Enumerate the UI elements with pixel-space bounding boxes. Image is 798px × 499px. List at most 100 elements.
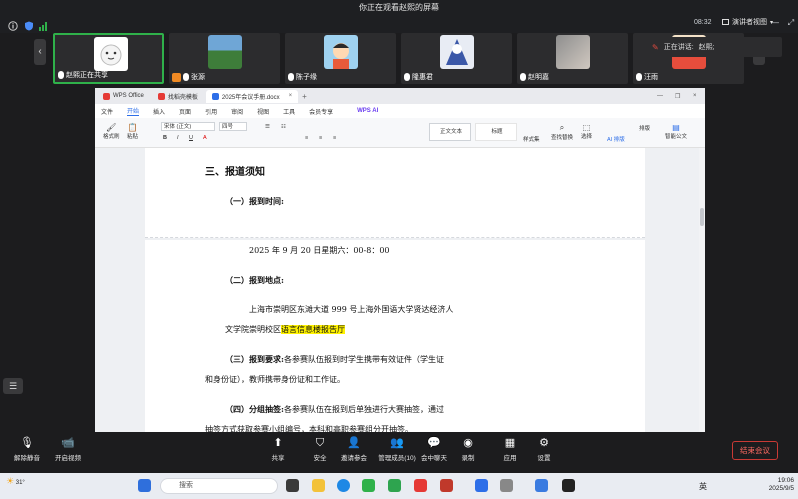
info-icon[interactable] (8, 18, 18, 31)
participant-tile[interactable]: 陈子缘 (285, 33, 396, 84)
grid-icon (722, 19, 729, 25)
menu-vip[interactable]: 会员专享 (309, 107, 333, 116)
document-canvas[interactable]: 三、报道须知 （一）报到时间: 2025 年 9 月 20 日星期六：00-8：… (95, 148, 705, 432)
share-button[interactable]: ⬆ 共享 (256, 437, 300, 462)
app-icon[interactable] (535, 479, 548, 492)
participant-name: 陈子缘 (288, 72, 317, 82)
smart-doc-button[interactable]: ▤ 智能公文 (665, 123, 687, 140)
mic-icon (404, 73, 410, 81)
apps-icon: ▦ (504, 437, 516, 449)
menu-home[interactable]: 开始 (127, 106, 140, 116)
document-scrollbar[interactable] (699, 148, 705, 432)
file-explorer-icon[interactable] (312, 479, 325, 492)
unmute-button[interactable]: 🎙 解除静音 (5, 437, 49, 462)
shield-icon[interactable] (24, 18, 34, 31)
app-icon[interactable] (440, 479, 453, 492)
minimize-icon[interactable]: — (770, 18, 780, 28)
participant-tile[interactable]: 赵明嘉 (517, 33, 628, 84)
menu-file[interactable]: 文件 (101, 107, 113, 116)
style-title[interactable]: 标题 (475, 123, 517, 141)
app-icon[interactable] (500, 479, 513, 492)
weather-icon: ☀ (6, 476, 15, 486)
record-button[interactable]: ◉ 录制 (446, 437, 490, 462)
menu-review[interactable]: 审阅 (231, 107, 243, 116)
speaking-label: 正在讲话: (663, 44, 694, 51)
paste-button[interactable]: 📋 粘贴 (127, 123, 138, 140)
gear-icon: ⚙ (539, 437, 549, 449)
win-minimize-icon[interactable]: — (657, 93, 663, 99)
ai-layout-button[interactable]: AI 排版 (607, 135, 625, 143)
new-tab-icon[interactable]: + (302, 92, 307, 101)
end-meeting-button[interactable]: 结束会议 (732, 441, 778, 460)
browser-icon[interactable] (388, 479, 401, 492)
system-clock[interactable]: 19:06 2025/9/5 (760, 477, 794, 493)
layout-button[interactable]: 排版 (639, 124, 650, 132)
brush-icon: 🖌 (106, 123, 117, 132)
document-page[interactable]: 2025 年 9 月 20 日星期六：00-8：00 （二）报到地点: 上海市崇… (145, 240, 645, 432)
mic-icon (58, 71, 64, 79)
weather-widget[interactable]: ☀ 31° (6, 476, 25, 487)
align-center-icon[interactable]: ≡ (319, 135, 322, 141)
participant-tile[interactable]: 隆惠君 (401, 33, 512, 84)
wps-tab-bar: WPS Office 找稻壳模板 2025年会议手册.docx × + — ❐ × (95, 88, 705, 104)
strip-prev-button[interactable]: ‹ (34, 39, 46, 65)
italic-button[interactable]: I (177, 135, 179, 141)
wechat-icon[interactable] (362, 479, 375, 492)
document-page[interactable]: 三、报道须知 （一）报到时间: (145, 148, 645, 238)
ime-indicator[interactable]: 英 (699, 481, 707, 492)
settings-button[interactable]: ⚙ 设置 (522, 437, 566, 462)
numbered-list-icon[interactable]: ☷ (281, 124, 286, 130)
participant-tile[interactable]: 张源 (169, 33, 280, 84)
invite-button[interactable]: 👤 邀请参会 (332, 437, 376, 462)
screen-share-title: 你正在观看赵熙的屏幕 (359, 3, 439, 12)
meeting-app-icon[interactable] (475, 479, 488, 492)
tab-document[interactable]: 2025年会议手册.docx × (205, 89, 299, 103)
start-icon[interactable] (138, 479, 151, 492)
subsection-location: （二）报到地点: (225, 275, 284, 285)
task-view-icon[interactable] (286, 479, 299, 492)
menu-insert[interactable]: 插入 (153, 107, 165, 116)
font-family-select[interactable]: 宋体 (正文) (161, 122, 215, 131)
align-right-icon[interactable]: ≡ (333, 135, 336, 141)
menu-view[interactable]: 视图 (257, 107, 269, 116)
report-date: 2025 年 9 月 20 日星期六：00-8：00 (249, 246, 390, 255)
win-close-icon[interactable]: × (693, 93, 697, 99)
bullet-list-icon[interactable]: ☰ (265, 124, 270, 130)
menu-reference[interactable]: 引用 (205, 107, 217, 116)
find-replace-button[interactable]: ⌕ 查找替换 (551, 123, 573, 141)
wps-ai-button[interactable]: WPS AI (343, 108, 378, 114)
doc-icon (211, 92, 219, 100)
close-icon[interactable]: × (289, 93, 293, 99)
meeting-toolbar: 🎙 解除静音 📹 开启视频 ⬆ 共享 ⛉ 安全 👤 邀请参会 👥 管理成员(10) 💬 会中聊… (0, 432, 798, 472)
underline-button[interactable]: U (189, 135, 193, 141)
wps-taskbar-icon[interactable] (414, 479, 427, 492)
fullscreen-icon[interactable]: ⤢ (786, 18, 796, 28)
menu-tools[interactable]: 工具 (283, 107, 295, 116)
participant-avatar (94, 37, 128, 71)
windows-taskbar: ☀ 31° 搜索 英 19:06 2025/9/5 (0, 473, 798, 499)
tab-wps-office[interactable]: WPS Office (97, 90, 150, 103)
participant-name: 赵明嘉 (520, 72, 549, 82)
view-mode-button[interactable]: 演讲者视图 ▾ (722, 17, 773, 27)
add-person-icon: 👤 (347, 437, 361, 449)
style-normal[interactable]: 正文文本 (429, 123, 471, 141)
app-icon[interactable] (562, 479, 575, 492)
style-set-button[interactable]: 样式集 (523, 135, 540, 143)
align-left-icon[interactable]: ≡ (305, 135, 308, 141)
video-button[interactable]: 📹 开启视频 (46, 437, 90, 462)
participant-tile[interactable]: 赵熙正在共享 (53, 33, 164, 84)
speaking-indicator: ✎ 正在讲话: 赵熙; (646, 37, 782, 57)
taskbar-search[interactable]: 搜索 (160, 478, 278, 494)
participant-avatar (556, 35, 590, 69)
font-color-button[interactable]: A (203, 135, 207, 141)
edge-icon[interactable] (337, 479, 350, 492)
select-button[interactable]: ⬚ 选择 (581, 123, 592, 140)
docer-logo-icon (157, 92, 165, 100)
win-restore-icon[interactable]: ❐ (675, 93, 680, 100)
tab-template[interactable]: 找稻壳模板 (152, 90, 204, 103)
participant-list-toggle[interactable]: ☰ (3, 378, 23, 394)
bold-button[interactable]: B (163, 135, 167, 141)
font-size-select[interactable]: 四号 (219, 122, 247, 131)
menu-page[interactable]: 页面 (179, 107, 191, 116)
format-painter-button[interactable]: 🖌 格式刷 (103, 123, 120, 140)
